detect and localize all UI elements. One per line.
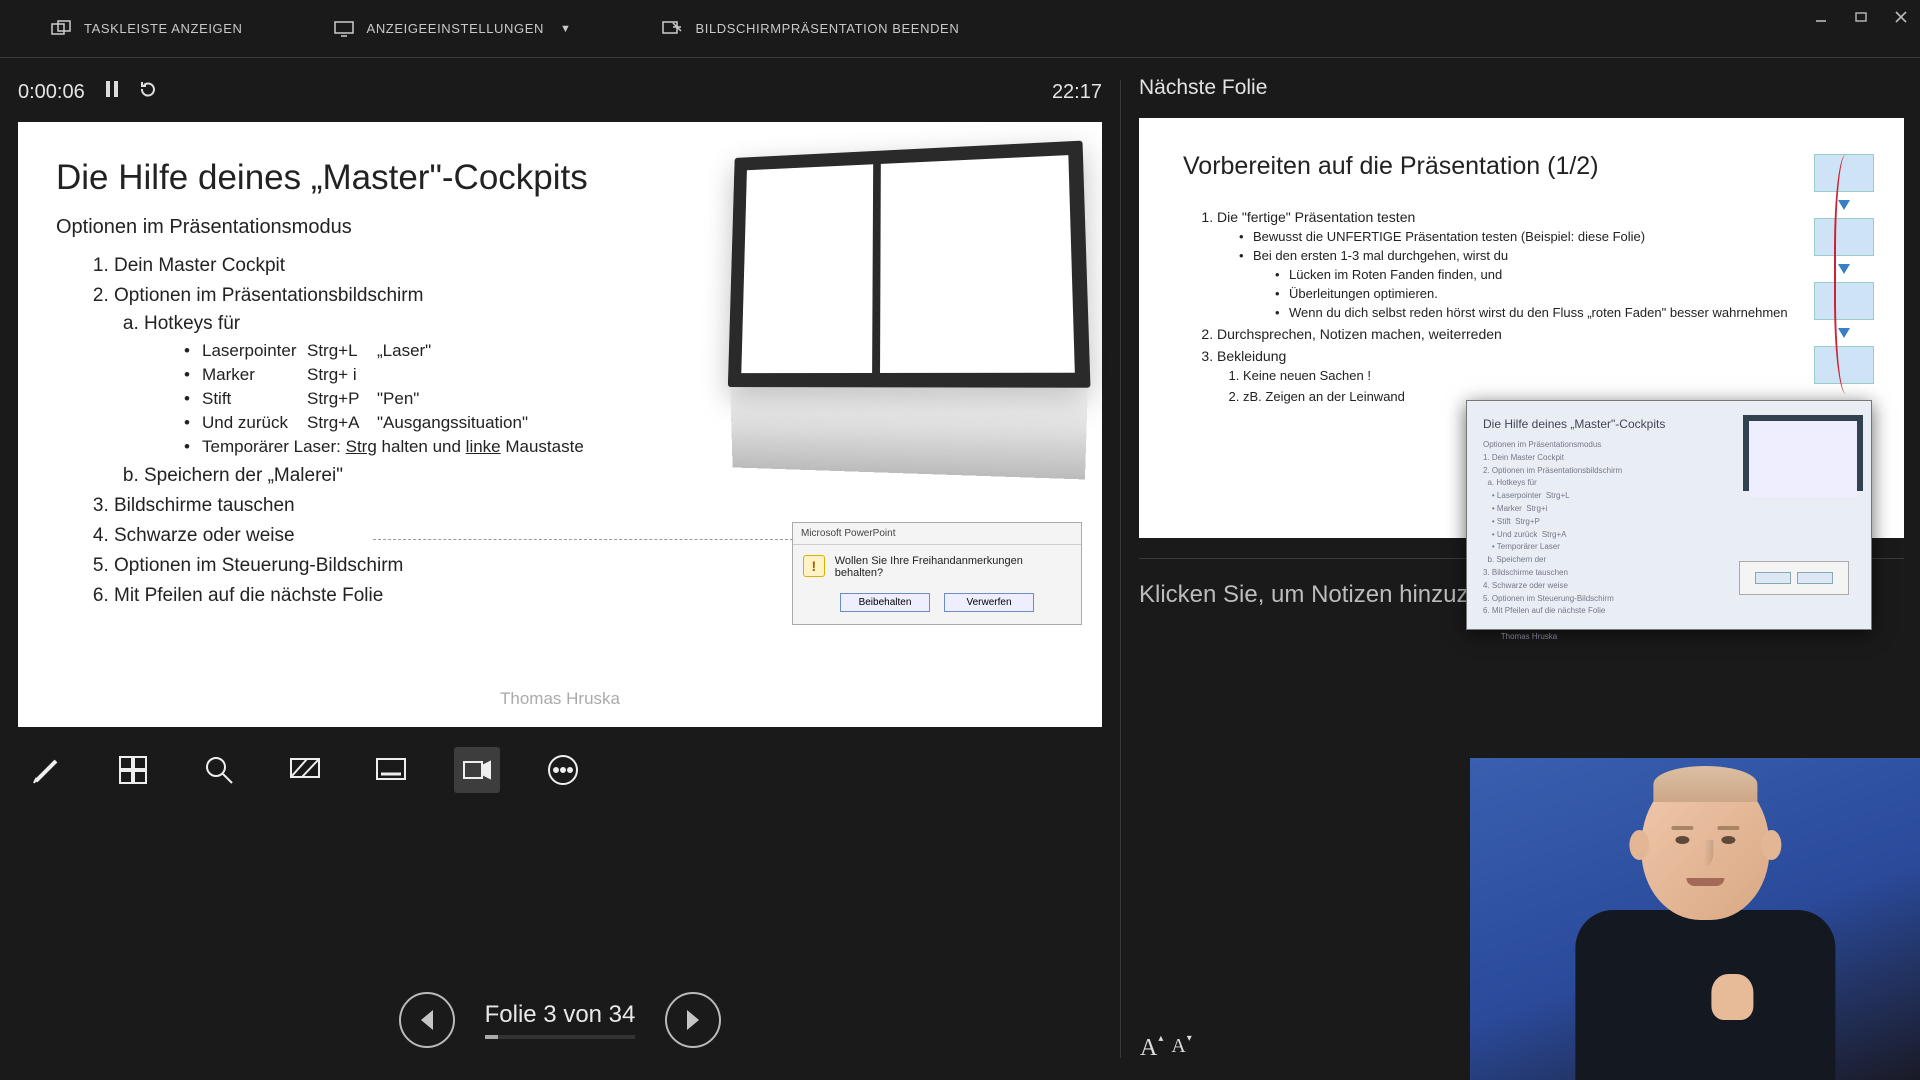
window-close-button[interactable] <box>1892 8 1910 26</box>
decrease-font-button[interactable]: A▾ <box>1171 1035 1185 1062</box>
presenter-tools <box>18 747 1102 793</box>
dialog-discard-button: Verwerfen <box>944 593 1034 612</box>
pause-timer-button[interactable] <box>105 80 119 104</box>
warning-icon: ! <box>803 555 825 577</box>
show-taskbar-button[interactable]: TASKLEISTE ANZEIGEN <box>50 18 243 40</box>
previous-slide-button[interactable] <box>399 992 455 1048</box>
slide-author: Thomas Hruska <box>500 689 620 709</box>
video-overlay-slide-thumb: Die Hilfe deines „Master"-Cockpits Optio… <box>1466 400 1872 630</box>
increase-font-button[interactable]: A▴ <box>1140 1035 1157 1062</box>
next-item-3: Bekleidung Keine neuen Sachen ! zB. Zeig… <box>1217 348 1860 404</box>
display-settings-button[interactable]: ANZEIGEEINSTELLUNGEN ▼ <box>333 18 572 40</box>
monitor-mockup-image <box>728 141 1091 388</box>
camera-button[interactable] <box>454 747 500 793</box>
monitor-reflection <box>730 382 1088 480</box>
slide-counter: Folie 3 von 34 <box>485 1001 636 1039</box>
next-slide-title: Vorbereiten auf die Präsentation (1/2) <box>1183 152 1860 181</box>
next-item-1: Die "fertige" Präsentation testen Bewuss… <box>1217 209 1860 320</box>
current-clock: 22:17 <box>1052 81 1102 104</box>
next-slide-label: Nächste Folie <box>1139 76 1904 100</box>
webcam-feed[interactable] <box>1470 758 1920 1080</box>
black-screen-button[interactable] <box>282 747 328 793</box>
all-slides-button[interactable] <box>110 747 156 793</box>
reset-timer-button[interactable] <box>139 80 157 104</box>
dialog-text: Wollen Sie Ihre Freihandanmerkungen beha… <box>835 555 1071 579</box>
window-maximize-button[interactable] <box>1852 8 1870 26</box>
current-slide-preview[interactable]: Die Hilfe deines „Master"-Cockpits Optio… <box>18 122 1102 727</box>
zoom-button[interactable] <box>196 747 242 793</box>
end-slideshow-label: BILDSCHIRMPRÄSENTATION BEENDEN <box>695 21 959 36</box>
next-slide-button[interactable] <box>665 992 721 1048</box>
dialog-keep-button: Beibehalten <box>840 593 930 612</box>
end-slideshow-button[interactable]: BILDSCHIRMPRÄSENTATION BEENDEN <box>661 18 959 40</box>
elapsed-timer: 0:00:06 <box>18 81 85 104</box>
end-show-icon <box>661 18 683 40</box>
presenter-portrait <box>1575 770 1835 1080</box>
ink-dialog-image: Microsoft PowerPoint ! Wollen Sie Ihre F… <box>792 522 1082 625</box>
display-settings-label: ANZEIGEEINSTELLUNGEN <box>367 21 544 36</box>
show-taskbar-label: TASKLEISTE ANZEIGEN <box>84 21 243 36</box>
flow-diagram-icon <box>1814 154 1874 392</box>
slide-item-3: Bildschirme tauschen <box>114 495 1064 517</box>
taskbar-icon <box>50 18 72 40</box>
window-minimize-button[interactable] <box>1812 8 1830 26</box>
display-icon <box>333 18 355 40</box>
dialog-title: Microsoft PowerPoint <box>793 523 1081 545</box>
next-item-2: Durchsprechen, Notizen machen, weiterred… <box>1217 326 1860 342</box>
subtitle-button[interactable] <box>368 747 414 793</box>
presenter-toolbar: TASKLEISTE ANZEIGEN ANZEIGEEINSTELLUNGEN… <box>0 0 1920 58</box>
more-options-button[interactable] <box>540 747 586 793</box>
pen-tool-button[interactable] <box>24 747 70 793</box>
chevron-down-icon: ▼ <box>560 23 572 35</box>
